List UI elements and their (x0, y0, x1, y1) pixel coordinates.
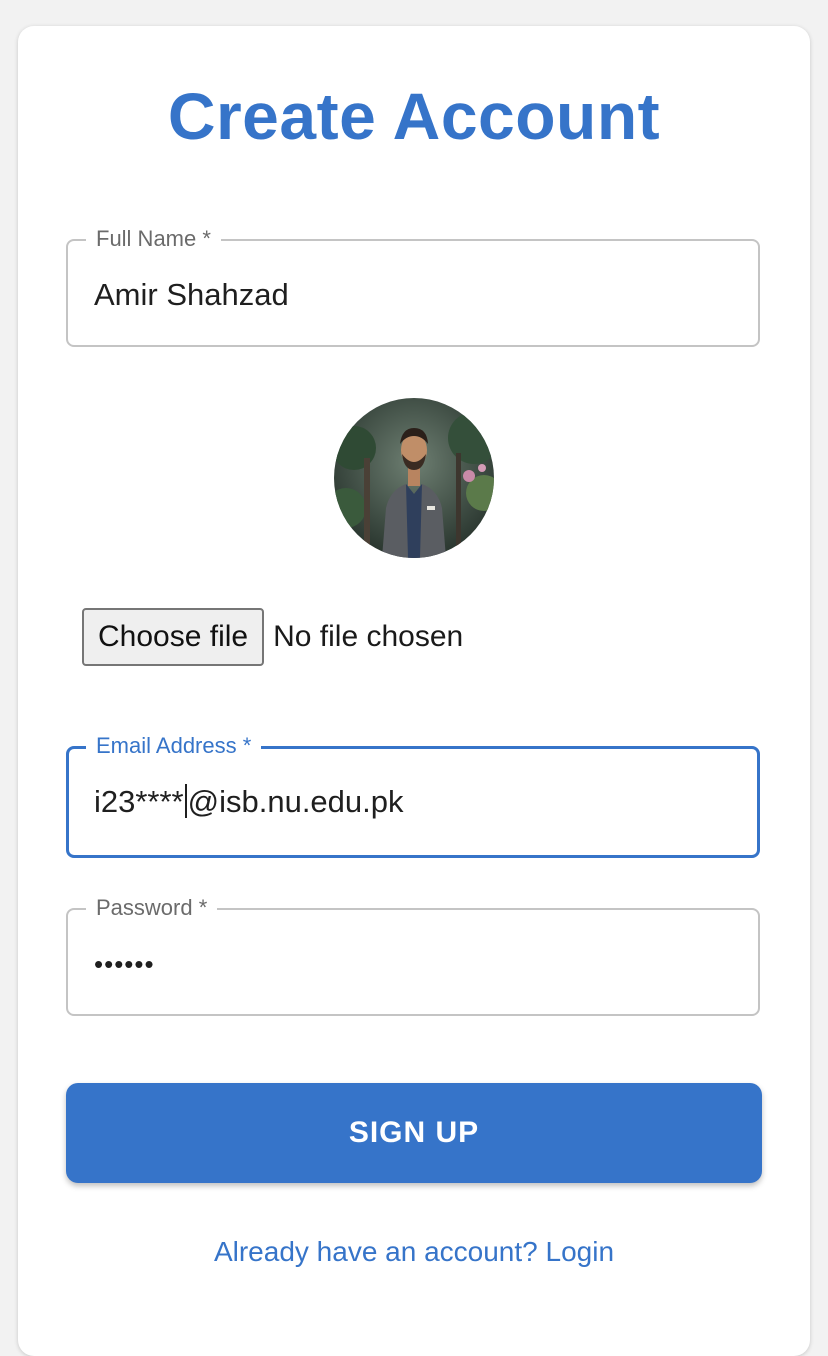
avatar (334, 398, 494, 558)
email-input[interactable]: i23**** @isb.nu.edu.pk (94, 782, 404, 822)
choose-file-button[interactable]: Choose file (82, 608, 265, 666)
login-link[interactable]: Already have an account? Login (0, 1232, 828, 1272)
file-input[interactable]: Choose file No file chosen (82, 607, 463, 667)
password-input[interactable]: •••••• (94, 944, 155, 984)
page-title: Create Account (167, 79, 661, 153)
password-label: Password * (86, 892, 218, 924)
email-label: Email Address * (86, 730, 262, 762)
text-caret (184, 784, 187, 818)
password-field[interactable]: Password * •••••• (66, 892, 760, 1016)
email-field[interactable]: Email Address * i23**** @isb.nu.edu.pk (66, 730, 760, 858)
full-name-field[interactable]: Full Name * Amir Shahzad (66, 223, 760, 347)
signup-button[interactable]: SIGN UP (66, 1083, 762, 1183)
email-value-after-caret: @isb.nu.edu.pk (187, 784, 404, 819)
email-value-before-caret: i23**** (94, 784, 184, 819)
full-name-label: Full Name * (86, 223, 221, 255)
full-name-input[interactable]: Amir Shahzad (94, 275, 289, 315)
file-status-text: No file chosen (273, 620, 464, 653)
